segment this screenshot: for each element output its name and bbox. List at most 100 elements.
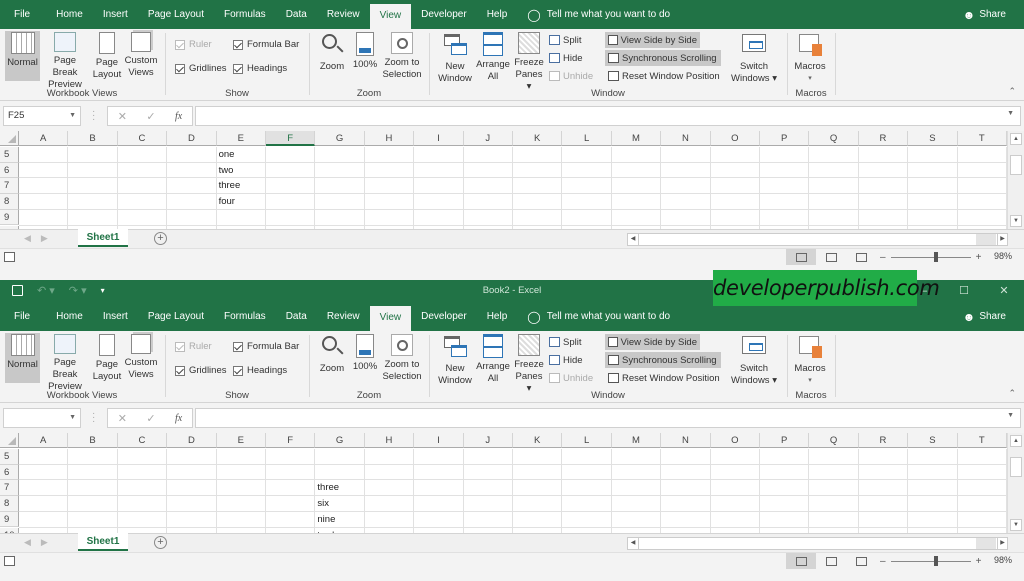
- tab-data[interactable]: Data: [276, 0, 317, 29]
- cell[interactable]: two: [217, 163, 234, 179]
- column-header[interactable]: E: [216, 433, 266, 448]
- column-header[interactable]: F: [266, 131, 316, 146]
- normal-view-icon[interactable]: [786, 553, 816, 569]
- tab-home[interactable]: Home: [46, 302, 93, 331]
- column-header[interactable]: N: [661, 433, 711, 448]
- formula-input[interactable]: ▼: [195, 408, 1021, 428]
- sheet-nav-arrows[interactable]: ◀▶: [24, 233, 58, 244]
- column-header[interactable]: J: [463, 433, 513, 448]
- tab-help[interactable]: Help: [477, 302, 518, 331]
- close-icon[interactable]: ✕: [984, 280, 1024, 302]
- chevron-down-icon[interactable]: ▼: [69, 107, 76, 125]
- maximize-icon[interactable]: ☐: [944, 280, 984, 302]
- tab-developer[interactable]: Developer: [411, 302, 477, 331]
- zoom-slider-handle[interactable]: [933, 251, 938, 262]
- column-header[interactable]: M: [611, 433, 662, 448]
- worksheet-grid[interactable]: ABCDEFGHIJKLMNOPQRST5678910onetwothreefo…: [0, 131, 1024, 229]
- tab-review[interactable]: Review: [317, 0, 370, 29]
- zoom-slider[interactable]: – +: [880, 553, 981, 569]
- row-header[interactable]: 6: [0, 162, 19, 179]
- collapse-ribbon-icon[interactable]: ⌃: [1008, 86, 1016, 97]
- column-header[interactable]: K: [513, 433, 563, 448]
- sheet-nav-arrows[interactable]: ◀▶: [24, 537, 58, 548]
- tab-page-layout[interactable]: Page Layout: [138, 302, 214, 331]
- column-header[interactable]: C: [117, 433, 168, 448]
- zoom-in-icon[interactable]: +: [976, 556, 982, 567]
- row-header[interactable]: 9: [0, 209, 19, 226]
- row-header[interactable]: 5: [0, 147, 19, 163]
- cell[interactable]: six: [315, 496, 329, 512]
- column-header[interactable]: K: [513, 131, 563, 146]
- tab-view[interactable]: View: [369, 306, 412, 331]
- scroll-down-icon[interactable]: ▼: [1010, 215, 1022, 227]
- column-header[interactable]: T: [957, 131, 1007, 146]
- tab-formulas[interactable]: Formulas: [214, 302, 276, 331]
- row-header[interactable]: 8: [0, 496, 19, 512]
- tab-developer[interactable]: Developer: [411, 0, 477, 29]
- macro-record-icon[interactable]: [4, 556, 15, 566]
- scroll-right-icon[interactable]: ▶: [997, 537, 1008, 550]
- tab-insert[interactable]: Insert: [93, 302, 138, 331]
- horizontal-scrollbar[interactable]: ◀ ▶: [627, 537, 1008, 550]
- column-header[interactable]: A: [19, 131, 69, 146]
- enter-icon[interactable]: ✓: [146, 412, 155, 425]
- page-layout-view-icon[interactable]: [816, 553, 846, 569]
- tab-file[interactable]: File: [0, 302, 46, 331]
- row-header[interactable]: 7: [0, 178, 19, 195]
- zoom-out-icon[interactable]: –: [880, 556, 886, 567]
- column-header[interactable]: S: [908, 131, 958, 146]
- column-header[interactable]: G: [315, 131, 365, 146]
- page-layout-view-icon[interactable]: [816, 249, 846, 265]
- column-header[interactable]: D: [167, 131, 217, 146]
- zoom-percentage[interactable]: 98%: [994, 555, 1012, 565]
- enter-icon[interactable]: ✓: [146, 110, 155, 123]
- chevron-down-icon[interactable]: ▼: [69, 409, 76, 427]
- cell[interactable]: four: [217, 194, 235, 210]
- zoom-in-icon[interactable]: +: [976, 252, 982, 263]
- sheet-tab[interactable]: Sheet1: [78, 229, 128, 247]
- vertical-scrollbar[interactable]: ▲ ▼: [1007, 131, 1024, 229]
- cancel-icon[interactable]: ✕: [118, 110, 127, 123]
- resize-handle[interactable]: · · ·: [92, 107, 95, 125]
- row-header[interactable]: 5: [0, 449, 19, 465]
- row-header[interactable]: 6: [0, 464, 19, 481]
- tab-view[interactable]: View: [369, 4, 412, 29]
- column-header[interactable]: O: [710, 131, 760, 146]
- horizontal-scrollbar[interactable]: ◀ ▶: [627, 233, 1008, 246]
- tab-review[interactable]: Review: [317, 302, 370, 331]
- normal-view-icon[interactable]: [786, 249, 816, 265]
- resize-handle[interactable]: · · ·: [92, 409, 95, 427]
- column-header[interactable]: Q: [809, 433, 859, 448]
- column-header[interactable]: I: [414, 131, 464, 146]
- cell[interactable]: nine: [315, 512, 335, 528]
- tab-formulas[interactable]: Formulas: [214, 0, 276, 29]
- sheet-tab[interactable]: Sheet1: [78, 533, 128, 551]
- tab-page-layout[interactable]: Page Layout: [138, 0, 214, 29]
- column-header[interactable]: H: [364, 433, 415, 448]
- column-header[interactable]: D: [167, 433, 217, 448]
- select-all-corner[interactable]: [0, 131, 19, 146]
- row-header[interactable]: 9: [0, 511, 19, 528]
- cancel-icon[interactable]: ✕: [118, 412, 127, 425]
- share-button[interactable]: ☻ Share: [963, 302, 1006, 331]
- tell-me-search[interactable]: ◯ Tell me what you want to do: [527, 8, 670, 22]
- column-header[interactable]: E: [216, 131, 266, 146]
- column-header[interactable]: L: [562, 131, 612, 146]
- column-header[interactable]: S: [908, 433, 958, 448]
- scroll-up-icon[interactable]: ▲: [1010, 133, 1022, 145]
- column-header[interactable]: B: [68, 433, 118, 448]
- cell[interactable]: three: [217, 178, 241, 194]
- column-header[interactable]: N: [661, 131, 711, 146]
- worksheet-grid[interactable]: ABCDEFGHIJKLMNOPQRST5678910threesixninet…: [0, 433, 1024, 533]
- row-header[interactable]: 7: [0, 480, 19, 497]
- column-header[interactable]: M: [611, 131, 662, 146]
- add-sheet-icon[interactable]: +: [154, 232, 167, 245]
- scroll-left-icon[interactable]: ◀: [628, 234, 639, 245]
- cell[interactable]: three: [315, 480, 339, 496]
- scroll-thumb[interactable]: [1010, 155, 1022, 175]
- tab-data[interactable]: Data: [276, 302, 317, 331]
- scroll-left-icon[interactable]: ◀: [628, 538, 639, 549]
- tab-help[interactable]: Help: [477, 0, 518, 29]
- column-header[interactable]: A: [19, 433, 69, 448]
- column-header[interactable]: T: [957, 433, 1007, 448]
